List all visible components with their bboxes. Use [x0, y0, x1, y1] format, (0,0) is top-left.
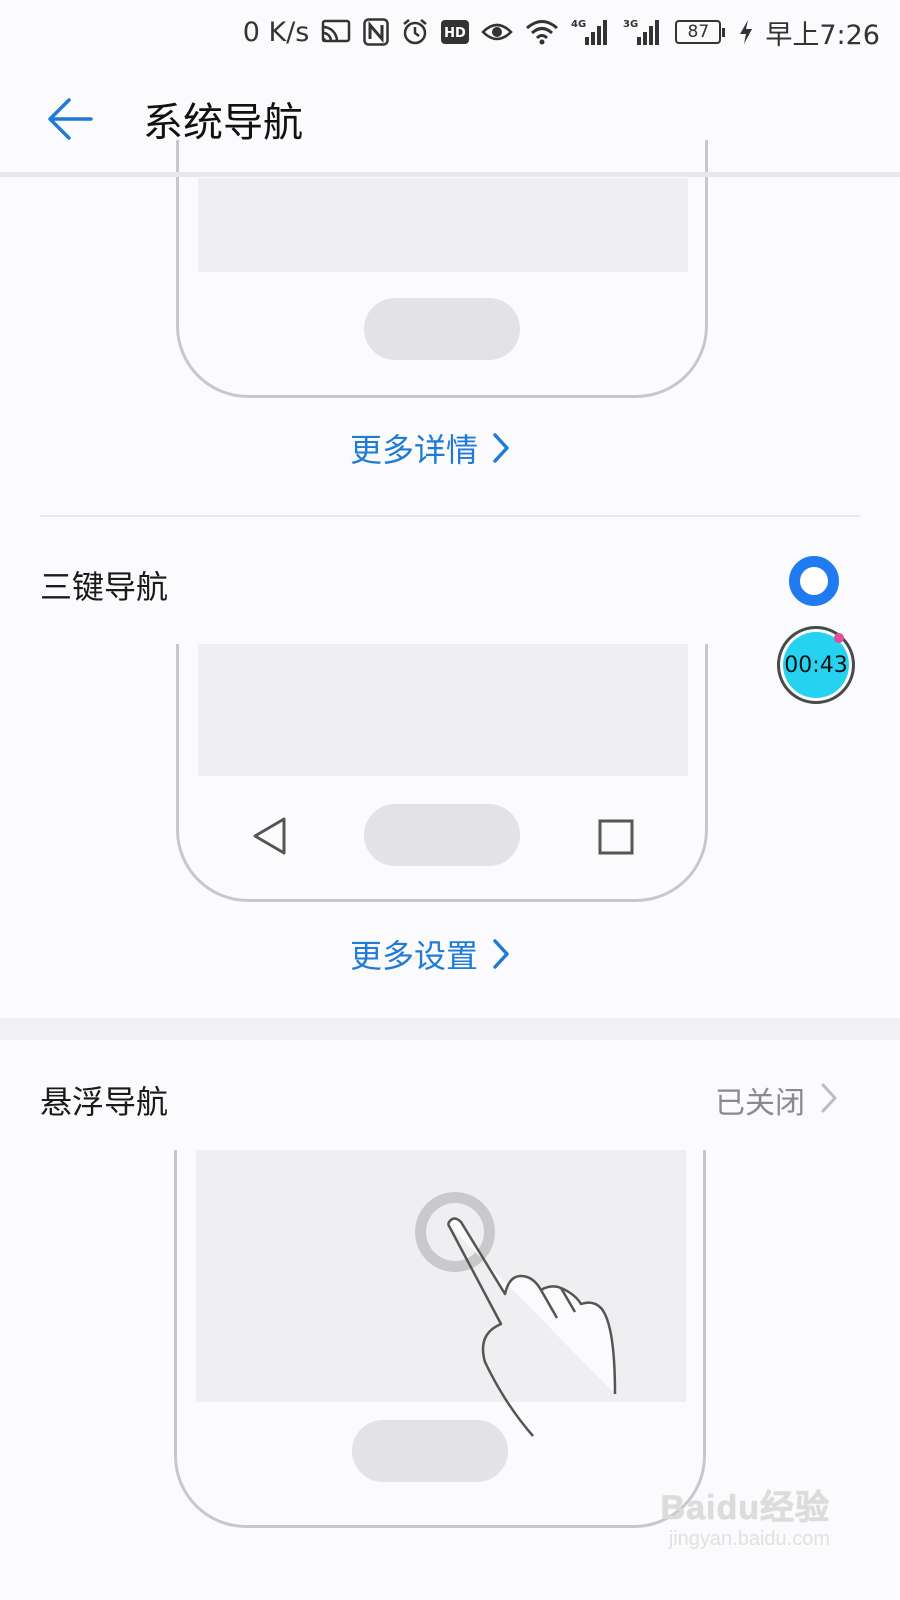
recents-key-icon — [598, 819, 634, 855]
cast-icon — [321, 17, 351, 47]
timer-text: 00:43 — [784, 652, 848, 678]
three-key-nav-radio[interactable] — [789, 556, 839, 606]
more-settings-label: 更多设置 — [350, 937, 479, 975]
charging-icon — [739, 17, 753, 47]
chevron-right-icon — [493, 939, 509, 969]
floating-nav-title: 悬浮导航 — [40, 1083, 169, 1121]
status-bar: 0 K/s HD 4G 3G 87 早上7:26 — [0, 0, 900, 64]
back-button[interactable] — [15, 64, 125, 174]
section-separator — [0, 1018, 900, 1040]
svg-text:4G: 4G — [571, 19, 586, 30]
more-settings-link[interactable]: 更多设置 — [350, 931, 510, 977]
floating-dock-hand-icon — [415, 1192, 617, 1437]
signal-4g-icon: 4G — [571, 17, 611, 47]
watermark-url: jingyan.baidu.com — [668, 1528, 830, 1550]
alarm-icon — [401, 17, 429, 47]
three-key-nav-illustration — [176, 644, 708, 902]
home-pill — [364, 298, 520, 360]
home-key — [364, 804, 520, 866]
record-dot-icon — [834, 633, 844, 643]
clock: 早上7:26 — [765, 19, 880, 51]
home-pill — [352, 1420, 508, 1482]
floating-nav-illustration — [174, 1150, 706, 1528]
watermark-logo: Baidu经验 — [660, 1489, 830, 1527]
screen-record-timer[interactable]: 00:43 — [777, 626, 855, 704]
phone-screen — [198, 644, 688, 776]
more-details-label: 更多详情 — [350, 431, 479, 469]
chevron-right-icon[interactable] — [820, 1082, 838, 1114]
divider — [40, 515, 860, 517]
wifi-icon — [525, 17, 559, 47]
battery-icon: 87 — [675, 20, 726, 44]
back-arrow-icon — [48, 98, 93, 140]
gesture-nav-illustration — [176, 140, 708, 398]
nfc-icon — [363, 17, 390, 47]
battery-level: 87 — [687, 21, 710, 42]
signal-3g-icon: 3G — [623, 17, 663, 47]
hd-icon: HD — [441, 17, 470, 47]
header-divider — [0, 172, 900, 177]
three-key-nav-title: 三键导航 — [40, 568, 169, 606]
chevron-right-icon — [493, 433, 509, 463]
more-details-link[interactable]: 更多详情 — [350, 425, 510, 471]
back-key-icon — [253, 817, 286, 855]
eye-comfort-icon — [481, 17, 514, 47]
phone-screen — [198, 178, 688, 272]
svg-text:3G: 3G — [623, 19, 638, 30]
net-speed: 0 K/s — [242, 16, 310, 48]
svg-text:HD: HD — [445, 26, 467, 41]
floating-nav-status[interactable]: 已关闭 — [715, 1078, 805, 1122]
